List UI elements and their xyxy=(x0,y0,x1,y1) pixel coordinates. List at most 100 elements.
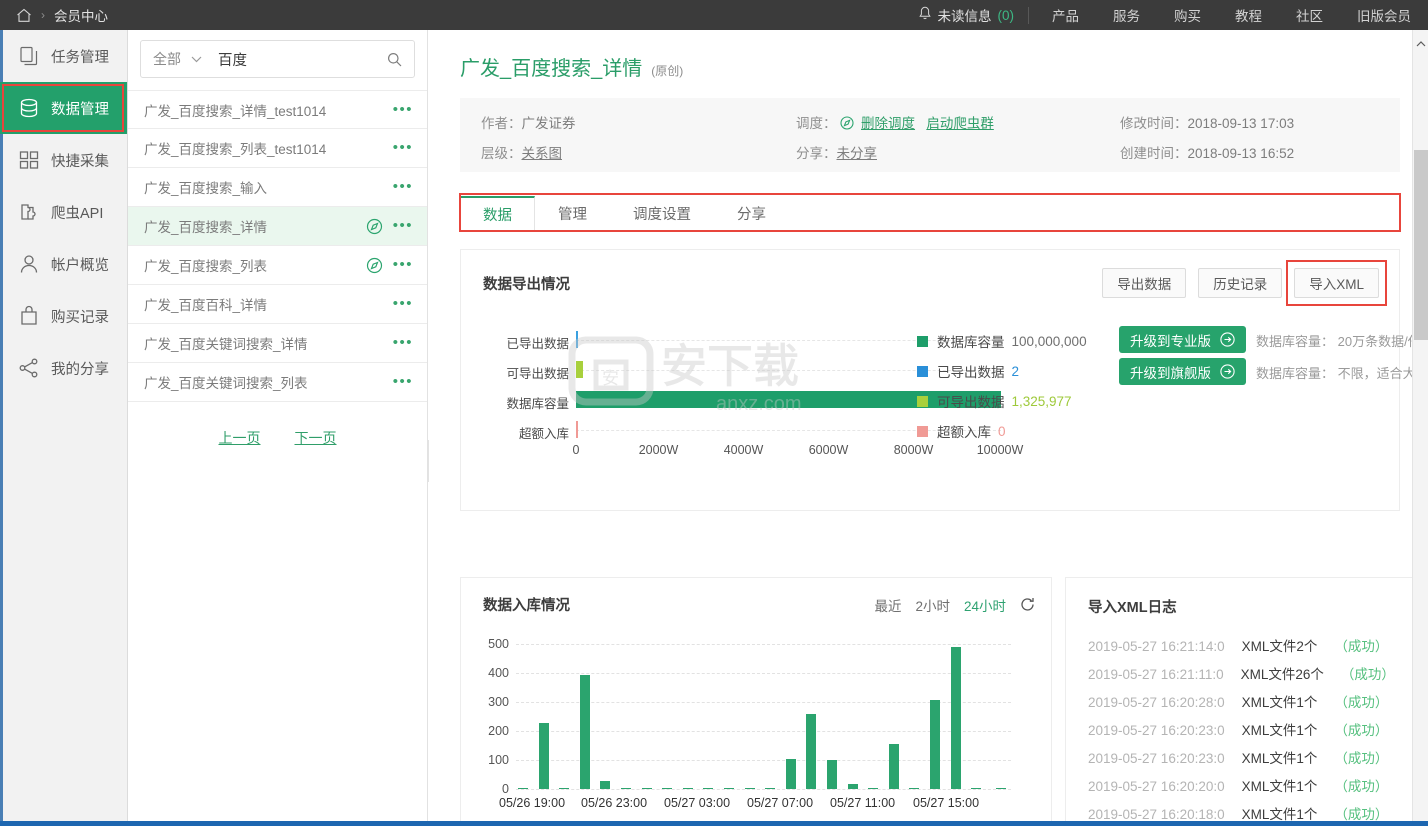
upgrade-professional-button[interactable]: 升级到专业版 xyxy=(1119,326,1246,353)
topnav-item-legacy-member[interactable]: 旧版会员 xyxy=(1340,5,1428,25)
more-dots-icon[interactable]: ••• xyxy=(393,296,413,311)
log-status: （成功） xyxy=(1334,807,1389,822)
compass-icon[interactable] xyxy=(366,218,393,235)
sidebar-item-quick-collect[interactable]: 快捷采集 xyxy=(0,134,127,186)
tab-share[interactable]: 分享 xyxy=(714,195,789,231)
task-list-item[interactable]: 广发_百度关键词搜索_详情 ••• xyxy=(128,324,427,363)
topnav-item-products[interactable]: 产品 xyxy=(1035,5,1096,25)
topbar-links: 产品 服务 购买 教程 社区 旧版会员 xyxy=(1035,5,1428,25)
task-list-item[interactable]: 广发_百度搜索_输入 ••• xyxy=(128,168,427,207)
more-dots-icon[interactable]: ••• xyxy=(393,179,413,194)
task-list-item[interactable]: 广发_百度百科_详情 ••• xyxy=(128,285,427,324)
ingest-bar xyxy=(682,788,693,789)
log-entry: 2019-05-27 16:20:28:0 XML文件1个 （成功） xyxy=(1066,691,1428,719)
modified-value: 2018-09-13 17:03 xyxy=(1187,116,1295,131)
range-24h-option[interactable]: 24小时 xyxy=(964,595,1006,615)
more-dots-icon[interactable]: ••• xyxy=(393,335,413,350)
puzzle-icon xyxy=(18,201,40,223)
tab-data[interactable]: 数据 xyxy=(459,193,1401,232)
task-list-item[interactable]: 广发_百度搜索_列表 ••• xyxy=(128,246,427,285)
sidebar-item-task-management[interactable]: 任务管理 xyxy=(0,30,127,82)
compass-icon[interactable] xyxy=(366,257,393,274)
search-input[interactable]: 百度 xyxy=(218,49,387,70)
more-dots-icon[interactable]: ••• xyxy=(393,218,413,233)
sidebar-item-purchase-records[interactable]: 购买记录 xyxy=(0,290,127,342)
search-box[interactable]: 全部 百度 xyxy=(140,40,415,78)
chevron-down-icon xyxy=(191,56,202,63)
pagination: 上一页 下一页 xyxy=(128,402,427,448)
upgrade-flagship-button[interactable]: 升级到旗舰版 xyxy=(1119,358,1246,385)
export-data-button[interactable]: 导出数据 xyxy=(1102,268,1187,298)
tab-label: 管理 xyxy=(558,206,587,223)
data-export-header: 数据导出情况 导出数据 历史记录 导入XML xyxy=(461,250,1399,306)
sidebar-item-account-overview[interactable]: 帐户概览 xyxy=(0,238,127,290)
sidebar-item-crawler-api[interactable]: 爬虫API xyxy=(0,186,127,238)
bag-icon xyxy=(18,305,40,327)
search-icon[interactable] xyxy=(387,52,402,67)
topnav-item-community[interactable]: 社区 xyxy=(1279,5,1340,25)
y-tick-label: 500 xyxy=(488,637,509,651)
more-dots-icon[interactable]: ••• xyxy=(393,140,413,155)
sidebar-item-my-shares[interactable]: 我的分享 xyxy=(0,342,127,394)
share-value[interactable]: 未分享 xyxy=(837,146,878,161)
refresh-icon[interactable] xyxy=(1006,597,1035,612)
level-label: 层级： xyxy=(481,146,522,161)
log-message: XML文件26个 xyxy=(1240,667,1324,682)
more-dots-icon[interactable]: ••• xyxy=(393,257,413,272)
top-navigation-bar: › 会员中心 未读信息 (0) 产品 服务 购买 教程 社区 旧版会员 xyxy=(0,0,1428,30)
more-dots-icon[interactable]: ••• xyxy=(393,374,413,389)
sidebar-item-data-management[interactable]: 数据管理 xyxy=(0,82,127,134)
log-timestamp: 2019-05-27 16:21:14:0 xyxy=(1088,639,1225,654)
log-message: XML文件1个 xyxy=(1241,807,1318,822)
level-value[interactable]: 关系图 xyxy=(522,146,563,161)
next-page-link[interactable]: 下一页 xyxy=(295,428,337,448)
legend-value: 2 xyxy=(1011,363,1020,379)
task-list-item[interactable]: 广发_百度关键词搜索_列表 ••• xyxy=(128,363,427,402)
log-timestamp: 2019-05-27 16:20:18:0 xyxy=(1088,807,1225,822)
legend-swatch xyxy=(917,395,928,407)
legend-label: 超额入库 xyxy=(937,425,991,440)
range-2h-option[interactable]: 2小时 xyxy=(915,595,950,615)
task-list-item-selected[interactable]: 广发_百度搜索_详情 ••• xyxy=(128,207,427,246)
ingest-bar xyxy=(785,759,796,789)
svg-text:安: 安 xyxy=(602,369,619,388)
home-icon[interactable] xyxy=(16,8,32,23)
ingest-bar xyxy=(971,788,982,789)
import-xml-button[interactable]: 导入XML xyxy=(1286,260,1387,306)
delete-schedule-link[interactable]: 删除调度 xyxy=(861,116,915,131)
tab-management[interactable]: 管理 xyxy=(535,195,610,231)
bottom-panels: 数据入库情况 最近 2小时 24小时 500 400 300 200 100 0… xyxy=(460,577,1428,826)
ingest-bar xyxy=(641,788,652,789)
legend-swatch xyxy=(917,365,928,377)
unread-messages[interactable]: 未读信息 (0) xyxy=(918,5,1014,25)
previous-page-link[interactable]: 上一页 xyxy=(219,428,261,448)
sidebar: 任务管理 数据管理 快捷采集 爬虫API 帐户概览 购买记录 我的分享 xyxy=(0,30,128,826)
breadcrumb-current[interactable]: 会员中心 xyxy=(54,5,108,25)
documents-icon xyxy=(18,45,40,67)
task-list-item[interactable]: 广发_百度搜索_详情_test1014 ••• xyxy=(128,90,427,129)
topnav-item-services[interactable]: 服务 xyxy=(1096,5,1157,25)
task-list-item[interactable]: 广发_百度搜索_列表_test1014 ••• xyxy=(128,129,427,168)
x-tick-label: 05/26 19:00 xyxy=(499,796,566,810)
page-scrollbar[interactable] xyxy=(1412,30,1428,826)
page-scrollbar-thumb[interactable] xyxy=(1414,150,1428,340)
start-crawler-group-link[interactable]: 启动爬虫群 xyxy=(926,116,994,131)
created-row: 创建时间：2018-09-13 16:52 xyxy=(1120,142,1294,162)
x-tick-label: 4000W xyxy=(723,443,764,457)
more-dots-icon[interactable]: ••• xyxy=(393,102,413,117)
tab-label: 调度设置 xyxy=(633,206,691,223)
legend-value: 100,000,000 xyxy=(1011,333,1087,349)
export-data-label: 导出数据 xyxy=(1117,277,1172,292)
ingest-bar xyxy=(559,788,570,789)
x-tick-label: 10000W xyxy=(976,443,1024,457)
topnav-item-purchase[interactable]: 购买 xyxy=(1157,5,1218,25)
history-button[interactable]: 历史记录 xyxy=(1198,268,1283,298)
topnav-item-tutorial[interactable]: 教程 xyxy=(1218,5,1279,25)
search-scope-select[interactable]: 全部 xyxy=(153,49,202,69)
x-tick-label: 05/27 11:00 xyxy=(830,796,896,810)
tab-label: 数据 xyxy=(483,208,512,224)
ingest-bar xyxy=(600,781,611,789)
tab-schedule-settings[interactable]: 调度设置 xyxy=(610,195,714,231)
scroll-up-arrow-icon[interactable] xyxy=(1416,34,1426,47)
share-label: 分享： xyxy=(796,146,837,161)
